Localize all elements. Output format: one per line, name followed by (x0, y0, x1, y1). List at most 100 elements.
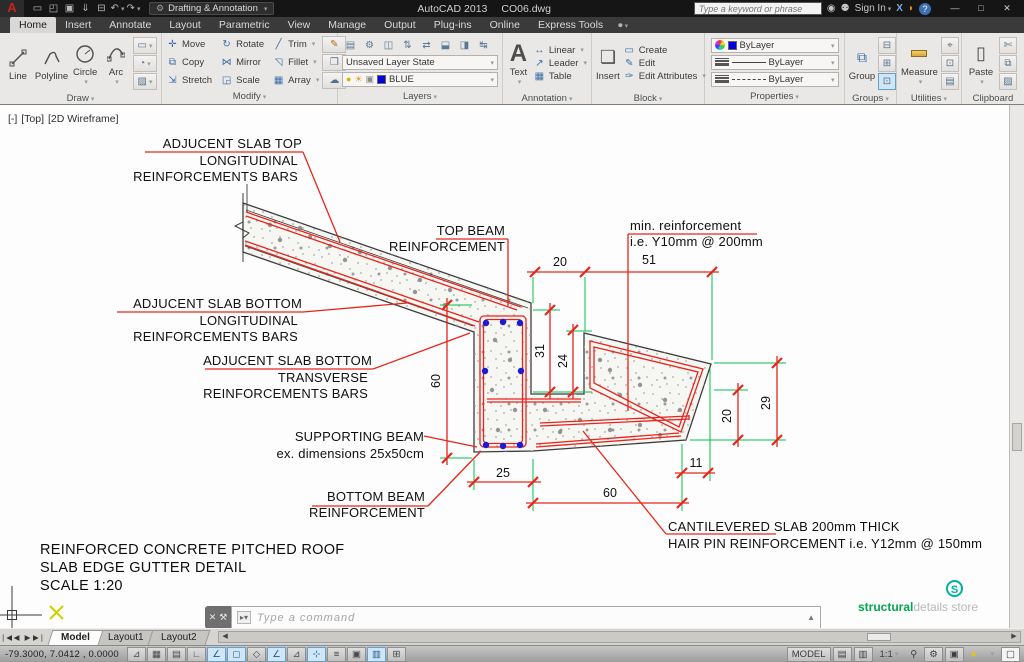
group-selection-icon[interactable]: ⊡ (878, 73, 896, 90)
cut-icon[interactable]: ✄ (999, 37, 1017, 54)
exchange-apps-icon[interactable]: X (896, 3, 903, 14)
edit-attributes-button[interactable]: ✑Edit Attributes (623, 71, 706, 82)
quick-view-layouts-icon[interactable]: ▤ (833, 647, 852, 662)
create-block-button[interactable]: ▭Create (623, 45, 706, 56)
quick-view-drawings-icon[interactable]: ▥ (854, 647, 873, 662)
layer-match-icon[interactable]: ⚙ (361, 38, 378, 53)
array-button[interactable]: ▦Array (272, 75, 319, 86)
move-button[interactable]: ✛Move (166, 39, 212, 50)
command-close-icon[interactable]: ✕ (209, 612, 217, 623)
copy-clip-icon[interactable]: ⧉ (999, 55, 1017, 72)
hscroll-right-arrow-icon[interactable]: ▶ (1008, 632, 1020, 642)
infer-constraints-toggle[interactable]: ⊿ (127, 647, 146, 662)
save-as-icon[interactable]: ⇓ (78, 3, 93, 14)
command-tools-icon[interactable]: ⚒ (219, 612, 227, 623)
tab-nav-next-icon[interactable]: ▶ (22, 633, 33, 642)
linetype-dropdown[interactable]: ByLayer (711, 72, 839, 87)
layer-properties-icon[interactable]: ▤ (342, 38, 359, 53)
drawing-canvas[interactable]: [-] [Top] [2D Wireframe] (0, 105, 1024, 628)
viewport-menu-control[interactable]: [-] (8, 113, 17, 125)
text-button[interactable]: A Text (507, 35, 530, 91)
match-properties-icon[interactable]: ▨ (999, 73, 1017, 90)
sign-in-button[interactable]: Sign In (855, 3, 892, 14)
linear-dimension-button[interactable]: ↔Linear (533, 45, 587, 56)
trim-button[interactable]: ╱Trim (272, 39, 319, 50)
toolbar-lock-icon[interactable]: ▣ (945, 647, 964, 662)
tab-parametric[interactable]: Parametric (210, 17, 279, 33)
layer-lock-icon[interactable]: ◨ (456, 38, 473, 53)
open-file-icon[interactable]: ◰ (46, 3, 61, 14)
layer-color-swatch[interactable] (377, 75, 386, 84)
ellipse-tool-icon[interactable]: ◔ (133, 55, 157, 72)
plot-icon[interactable]: ⊟ (94, 3, 109, 14)
tab-layout[interactable]: Layout (160, 17, 210, 33)
transparency-toggle[interactable]: ▣ (347, 647, 366, 662)
rotate-button[interactable]: ↻Rotate (220, 39, 264, 50)
horizontal-scrollbar[interactable]: ◀ ▶ (218, 631, 1021, 643)
help-search-input[interactable] (694, 2, 822, 15)
arc-button[interactable]: Arc (102, 35, 130, 91)
ribbon-display-toggle-icon[interactable]: ⏺ (618, 20, 628, 33)
tab-model[interactable]: Model (48, 630, 104, 645)
command-expand-icon[interactable]: ▲ (807, 613, 815, 622)
tab-plugins[interactable]: Plug-ins (425, 17, 481, 33)
scale-button[interactable]: ◲Scale (220, 75, 264, 86)
command-window-handle[interactable]: ✕ ⚒ (205, 606, 231, 628)
layer-walk-icon[interactable]: ↹ (475, 38, 492, 53)
layer-isolate-icon[interactable]: ⇅ (399, 38, 416, 53)
model-space-button[interactable]: MODEL (787, 647, 831, 662)
hardware-acceleration-icon[interactable]: ● (966, 647, 982, 662)
viewport-view-control[interactable]: [Top] (21, 113, 44, 125)
layer-off-icon[interactable]: ⬓ (437, 38, 454, 53)
maximize-button[interactable]: □ (968, 3, 994, 14)
layer-on-icon[interactable]: ● (346, 74, 351, 84)
selection-cycling-toggle[interactable]: ⊞ (387, 647, 406, 662)
table-button[interactable]: ▦Table (533, 71, 587, 82)
annotation-visibility-icon[interactable]: ⚲ (905, 647, 922, 662)
close-button[interactable]: ✕ (994, 3, 1020, 14)
tab-manage[interactable]: Manage (319, 17, 375, 33)
clean-screen-button[interactable]: ▢ (1001, 647, 1020, 662)
search-icon[interactable]: ◉ (827, 3, 836, 14)
otrack-toggle[interactable]: ∠ (267, 647, 286, 662)
lineweight-toggle[interactable]: ≡ (327, 647, 346, 662)
tab-annotate[interactable]: Annotate (100, 17, 160, 33)
layer-unlock-icon[interactable]: ▣ (366, 74, 375, 85)
layer-dropdown[interactable]: ● ☀ ▣ BLUE (342, 72, 498, 87)
ungroup-icon[interactable]: ⊟ (878, 37, 896, 54)
paste-button[interactable]: ▯ Paste (966, 35, 996, 91)
panel-label-layers[interactable]: Layers (338, 91, 502, 104)
ducs-toggle[interactable]: ⊿ (287, 647, 306, 662)
insert-block-button[interactable]: ❏ Insert (596, 35, 620, 91)
rectangle-tool-icon[interactable]: ▭ (133, 37, 157, 54)
tab-online[interactable]: Online (481, 17, 529, 33)
tab-layout2[interactable]: Layout2 (148, 630, 210, 645)
undo-icon[interactable]: ↶ (110, 3, 125, 14)
quick-select-icon[interactable]: ⊡ (941, 55, 959, 72)
tab-insert[interactable]: Insert (56, 17, 100, 33)
snap-toggle[interactable]: ▦ (147, 647, 166, 662)
workspace-switcher[interactable]: ⚙ Drafting & Annotation (149, 2, 274, 15)
grid-toggle[interactable]: ▤ (167, 647, 186, 662)
tab-nav-prev-icon[interactable]: ◀ (11, 633, 22, 642)
measure-button[interactable]: Measure (901, 35, 938, 91)
circle-button[interactable]: Circle (71, 35, 99, 91)
communication-center-icon[interactable]: ◗ (908, 3, 914, 14)
command-window[interactable]: ✕ ⚒ ▸▾ ▲ (205, 606, 821, 628)
tab-nav-last-icon[interactable]: ▶❘ (33, 633, 44, 642)
ortho-toggle[interactable]: ∟ (187, 647, 206, 662)
viewport-style-control[interactable]: [2D Wireframe] (48, 113, 119, 125)
command-input[interactable] (257, 612, 801, 624)
dyn-input-toggle[interactable]: ⊹ (307, 647, 326, 662)
coordinates-readout[interactable]: -79.3000, 7.0412 , 0.0000 (0, 649, 126, 660)
fillet-button[interactable]: ◹Fillet (272, 57, 319, 68)
vertical-scrollbar-thumb[interactable] (1012, 423, 1022, 451)
leader-button[interactable]: ↗Leader (533, 58, 587, 69)
layer-thaw-icon[interactable]: ☀ (354, 74, 362, 85)
tab-view[interactable]: View (279, 17, 320, 33)
quick-properties-toggle[interactable]: ▥ (367, 647, 386, 662)
id-point-icon[interactable]: ⌖ (941, 37, 959, 54)
tab-home[interactable]: Home (10, 17, 56, 33)
copy-button[interactable]: ⧉Copy (166, 57, 212, 68)
layer-freeze-icon[interactable]: ⇄ (418, 38, 435, 53)
